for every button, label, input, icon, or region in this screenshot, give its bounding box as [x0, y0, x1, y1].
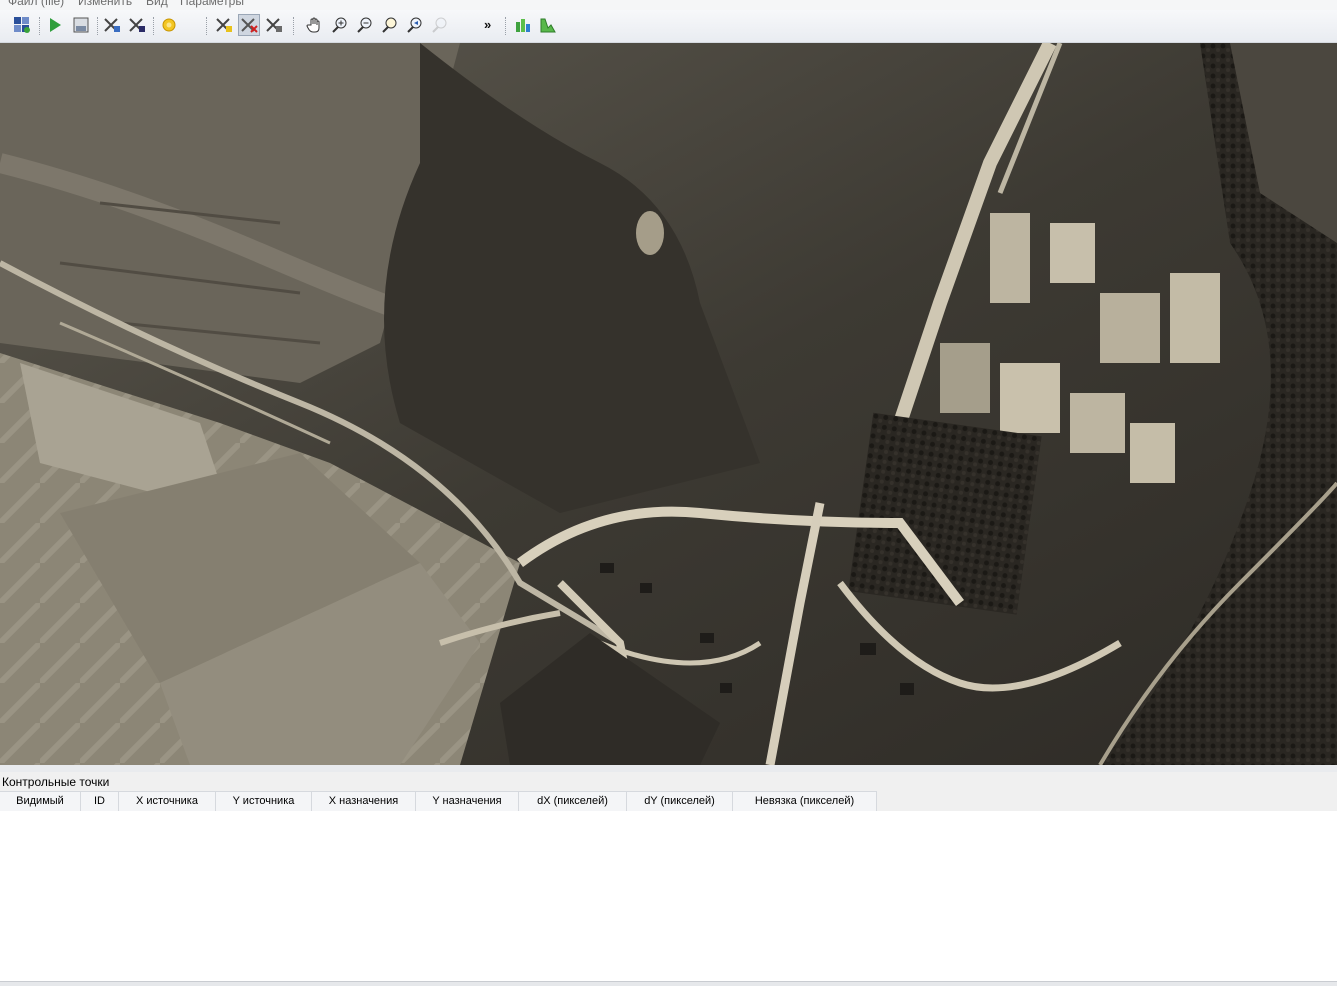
start-georeferencing-icon[interactable] [44, 14, 66, 36]
menu-view[interactable]: Вид [146, 0, 168, 8]
panel-splitter[interactable] [0, 765, 1337, 772]
column-header-dx[interactable]: dX (пикселей) [519, 792, 627, 811]
delete-point-icon[interactable] [238, 14, 260, 36]
transformation-settings-icon[interactable] [158, 14, 180, 36]
menu-settings[interactable]: Параметры [180, 0, 244, 8]
gcp-table-header: Видимый ID X источника Y источника X наз… [0, 791, 877, 812]
generate-gdal-script-icon[interactable] [70, 14, 92, 36]
toolbar: » [0, 10, 1337, 43]
column-header-source-x[interactable]: X источника [119, 792, 216, 811]
column-header-dy[interactable]: dY (пикселей) [627, 792, 733, 811]
column-header-id[interactable]: ID [81, 792, 119, 811]
zoom-last-icon[interactable] [404, 14, 426, 36]
status-bar [0, 981, 1337, 986]
pan-icon[interactable] [304, 14, 326, 36]
menu-file[interactable]: Файл (file) [8, 0, 64, 8]
column-header-visible[interactable]: Видимый [0, 792, 81, 811]
save-gcp-points-icon[interactable] [126, 14, 148, 36]
column-header-dest-y[interactable]: Y назначения [416, 792, 519, 811]
gcp-table-body[interactable] [0, 811, 1337, 981]
column-header-dest-x[interactable]: X назначения [312, 792, 416, 811]
zoom-out-icon[interactable] [354, 14, 376, 36]
move-gcp-point-icon[interactable] [263, 14, 285, 36]
open-raster-icon[interactable] [11, 14, 33, 36]
full-histogram-stretch-icon[interactable] [537, 14, 559, 36]
menu-bar: Файл (file) Изменить Вид Параметры [0, 0, 1337, 10]
menu-edit[interactable]: Изменить [78, 0, 132, 8]
zoom-next-icon[interactable] [429, 14, 451, 36]
georeferencer-map-canvas[interactable] [0, 43, 1337, 765]
zoom-to-layer-icon[interactable] [379, 14, 401, 36]
add-point-icon[interactable] [213, 14, 235, 36]
link-georeferencer-to-qgis-icon[interactable] [512, 14, 534, 36]
column-header-source-y[interactable]: Y источника [216, 792, 312, 811]
aerial-photo [0, 43, 1337, 765]
zoom-in-icon[interactable] [329, 14, 351, 36]
load-gcp-points-icon[interactable] [101, 14, 123, 36]
column-header-residual[interactable]: Невязка (пикселей) [733, 792, 877, 811]
toolbar-overflow-button[interactable]: » [484, 17, 491, 32]
gcp-panel-title: Контрольные точки [2, 775, 110, 789]
